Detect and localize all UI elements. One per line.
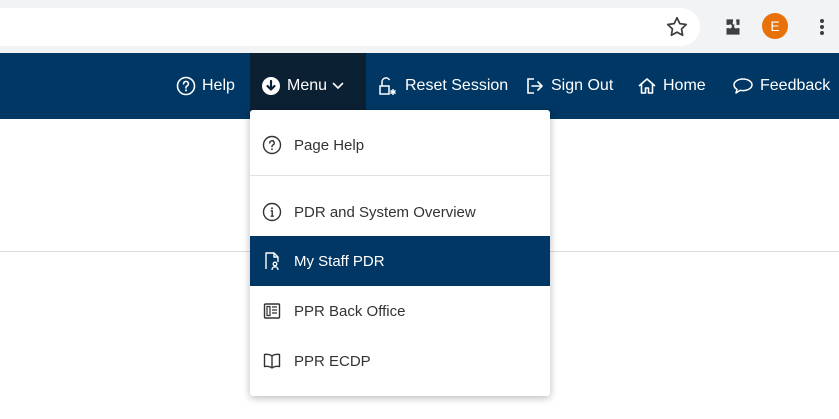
browser-toolbar: E (0, 0, 839, 53)
sign-out-label: Sign Out (551, 77, 614, 94)
download-circle-icon (262, 77, 280, 95)
menu-item-ppr-ecdp[interactable]: PPR ECDP (250, 336, 550, 386)
info-circle-icon (262, 202, 282, 222)
question-circle-icon (176, 76, 196, 96)
menu-item-pdr-overview[interactable]: PDR and System Overview (250, 187, 550, 237)
menu-label: Menu (287, 77, 328, 94)
sign-out-icon (527, 78, 543, 94)
kebab-menu-icon[interactable] (812, 14, 832, 40)
chevron-down-icon (332, 82, 344, 90)
feedback-label: Feedback (760, 77, 831, 94)
star-icon[interactable] (664, 14, 690, 40)
speech-bubble-icon (733, 78, 753, 94)
home-link[interactable]: Home (637, 53, 706, 119)
address-bar[interactable] (0, 8, 700, 46)
reset-session-label: Reset Session (405, 77, 509, 94)
help-link[interactable]: Help (176, 53, 235, 119)
help-label: Help (202, 77, 235, 94)
feedback-link[interactable]: Feedback (732, 53, 830, 119)
menu-item-ppr-back-office[interactable]: PPR Back Office (250, 286, 550, 336)
staff-document-icon (265, 252, 279, 271)
menu-item-label: Page Help (294, 136, 365, 154)
unlock-asterisk-icon (379, 77, 396, 95)
menu-item-label: My Staff PDR (294, 252, 385, 270)
menu-dropdown: Page Help PDR and System Overview My Sta… (250, 110, 550, 396)
menu-item-label: PPR ECDP (294, 352, 371, 370)
question-circle-icon (262, 135, 282, 155)
back-office-icon (263, 303, 281, 319)
extensions-puzzle-icon[interactable] (720, 14, 746, 40)
profile-avatar[interactable]: E (762, 13, 788, 39)
menu-item-label: PPR Back Office (294, 302, 406, 320)
menu-item-page-help[interactable]: Page Help (250, 120, 550, 170)
menu-item-my-staff-pdr[interactable]: My Staff PDR (250, 236, 550, 286)
menu-separator (250, 175, 550, 176)
home-label: Home (663, 77, 706, 94)
home-icon (638, 78, 656, 94)
open-book-icon (263, 353, 281, 369)
menu-item-label: PDR and System Overview (294, 203, 476, 221)
